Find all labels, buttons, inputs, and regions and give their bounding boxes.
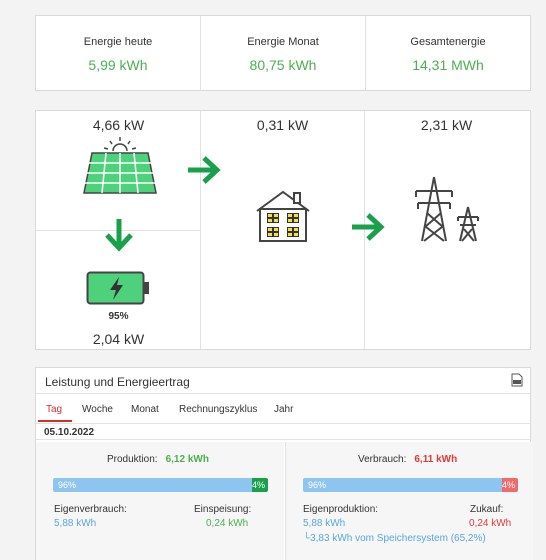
pv-power: 4,66 kW bbox=[92, 117, 145, 133]
energy-total-label: Gesamtenergie bbox=[410, 36, 486, 48]
storage-note-text: 3,83 kWh vom Speichersystem (65,2%) bbox=[310, 533, 486, 544]
performance-header: Leistung und Energieertrag bbox=[36, 368, 530, 394]
production-value: 6,12 kWh bbox=[165, 454, 209, 465]
tab-billing-cycle[interactable]: Rechnungszyklus bbox=[179, 404, 257, 415]
purchase-value: 0,24 kWh bbox=[469, 518, 512, 529]
battery-power: 2,04 kW bbox=[92, 331, 145, 347]
self-production-label: Eigenproduktion: bbox=[303, 504, 379, 515]
tab-day[interactable]: Tag bbox=[46, 404, 62, 415]
house-power: 0,31 kW bbox=[256, 117, 309, 133]
self-consumption-value: 5,88 kWh bbox=[54, 518, 97, 529]
energy-today: Energie heute 5,99 kWh bbox=[36, 16, 201, 90]
battery-soc: 95% bbox=[108, 311, 129, 322]
arrow-right-icon bbox=[352, 213, 385, 241]
active-tab-indicator bbox=[38, 420, 72, 422]
consumption-summary: Verbrauch: 6,11 kWh 96% 4% Eigenproduktio… bbox=[285, 442, 533, 560]
consumption-title: Verbrauch: 6,11 kWh bbox=[358, 454, 457, 465]
production-bar-self-use: 96% bbox=[53, 478, 252, 492]
selected-date: 05.10.2022 bbox=[36, 424, 530, 440]
consumption-bar-purchased: 4% bbox=[501, 478, 518, 492]
energy-total-value: 14,31 MWh bbox=[412, 57, 484, 73]
feed-in-value: 0,24 kWh bbox=[206, 518, 249, 529]
consumption-label: Verbrauch: bbox=[358, 454, 407, 465]
power-tower-icon bbox=[415, 176, 479, 242]
tab-month[interactable]: Monat bbox=[131, 404, 159, 415]
production-bar-feed-in: 4% bbox=[251, 478, 268, 492]
feed-in-label: Einspeisung: bbox=[194, 504, 252, 515]
production-bar: 96% 4% bbox=[53, 478, 268, 492]
production-label: Produktion: bbox=[107, 454, 158, 465]
house-icon bbox=[256, 190, 310, 242]
energy-month-value: 80,75 kWh bbox=[249, 57, 317, 73]
energy-summary-panel: Energie heute 5,99 kWh Energie Monat 80,… bbox=[35, 15, 531, 91]
arrow-right-icon bbox=[188, 156, 221, 184]
production-title: Produktion: 6,12 kWh bbox=[107, 454, 209, 465]
production-summary: Produktion: 6,12 kWh 96% 4% Eigenverbrauc… bbox=[36, 442, 284, 560]
energy-month: Energie Monat 80,75 kWh bbox=[201, 16, 366, 90]
performance-panel: Leistung und Energieertrag Tag Woche Mon… bbox=[35, 367, 533, 560]
purchase-label: Zukauf: bbox=[470, 504, 504, 515]
energy-today-label: Energie heute bbox=[83, 36, 153, 48]
solar-panel-icon bbox=[83, 137, 157, 194]
consumption-bar-self-produced: 96% bbox=[303, 478, 502, 492]
self-production-value: 5,88 kWh bbox=[303, 518, 346, 529]
consumption-bar: 96% 4% bbox=[303, 478, 518, 492]
energy-today-value: 5,99 kWh bbox=[88, 57, 148, 73]
battery-icon bbox=[86, 271, 149, 305]
energy-total: Gesamtenergie 14,31 MWh bbox=[366, 16, 530, 90]
self-consumption-label: Eigenverbrauch: bbox=[54, 504, 127, 515]
energy-month-label: Energie Monat bbox=[247, 36, 319, 48]
arrow-down-icon bbox=[105, 219, 133, 252]
period-tabs: Tag Woche Monat Rechnungszyklus Jahr bbox=[36, 394, 530, 424]
performance-title: Leistung und Energieertrag bbox=[45, 375, 190, 389]
tab-week[interactable]: Woche bbox=[82, 404, 113, 415]
energy-flow-panel: 4,66 kW 95% 2,04 kW 0,31 kW 2,31 kW bbox=[35, 110, 531, 350]
consumption-value: 6,11 kWh bbox=[414, 454, 458, 465]
csv-export-icon[interactable] bbox=[511, 373, 523, 387]
storage-note: └3,83 kWh vom Speichersystem (65,2%) bbox=[303, 533, 486, 544]
grid-power: 2,31 kW bbox=[420, 117, 473, 133]
tab-year[interactable]: Jahr bbox=[274, 404, 293, 415]
